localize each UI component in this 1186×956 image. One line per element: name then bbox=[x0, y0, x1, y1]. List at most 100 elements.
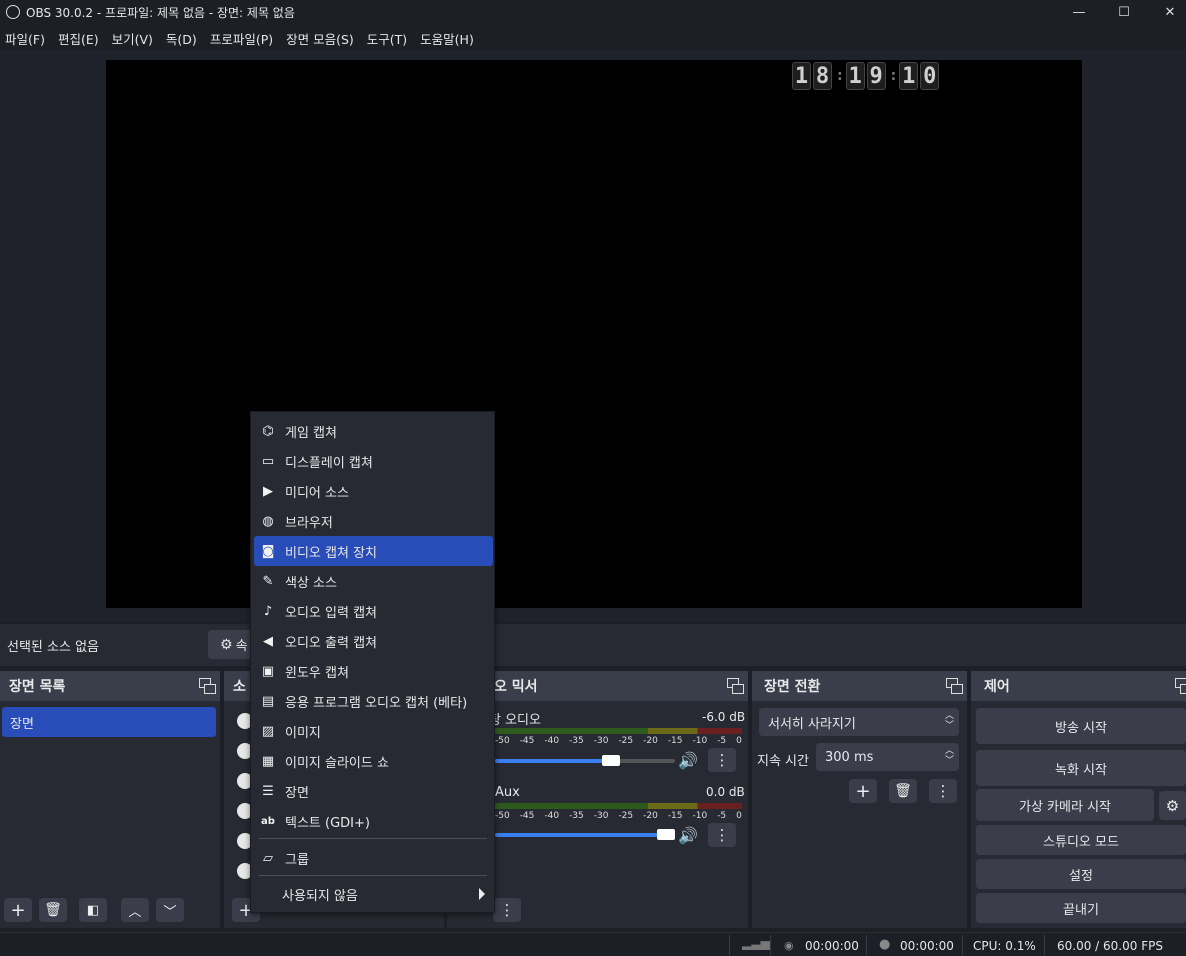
updown-icon: ︿ ﹀ bbox=[944, 711, 954, 731]
trash-icon: 🗑 bbox=[894, 783, 912, 799]
plus-icon: + bbox=[10, 899, 26, 921]
status-separator bbox=[1044, 935, 1045, 955]
menu-docks[interactable]: 독(D) bbox=[161, 29, 205, 48]
brush-icon: ✎ bbox=[262, 573, 274, 589]
duration-label: 지속 시간 bbox=[757, 754, 809, 769]
remove-scene-button[interactable]: 🗑 bbox=[39, 898, 67, 922]
undock-icon[interactable] bbox=[1175, 678, 1186, 694]
menu-item-window-capture[interactable]: ▣ 윈도우 캡쳐 bbox=[254, 656, 493, 686]
maximize-button[interactable]: ☐ bbox=[1101, 0, 1147, 24]
menu-item-audio-output-capture[interactable]: ◀ 오디오 출력 캡쳐 bbox=[254, 626, 493, 656]
scale-tick: -15 bbox=[667, 811, 683, 821]
menu-item-video-capture-device[interactable]: ◙ 비디오 캡쳐 장치 bbox=[254, 536, 493, 566]
mixer-channel-db: 0.0 dB bbox=[706, 785, 745, 799]
scale-tick: -50 bbox=[495, 736, 510, 746]
menu-item-image-slideshow[interactable]: ▦ 이미지 슬라이드 쇼 bbox=[254, 746, 493, 776]
speaker-icon[interactable]: 🔊 bbox=[678, 826, 698, 845]
close-button[interactable]: ✕ bbox=[1147, 0, 1186, 24]
add-scene-button[interactable]: + bbox=[4, 898, 32, 922]
signal-bars-icon: ▂▃▅ bbox=[742, 936, 770, 950]
settings-button[interactable]: 설정 bbox=[976, 859, 1186, 889]
volume-slider-knob[interactable] bbox=[657, 829, 675, 840]
status-separator bbox=[866, 935, 867, 955]
scale-tick: -30 bbox=[593, 736, 609, 746]
scale-tick: -40 bbox=[544, 811, 560, 821]
add-transition-button[interactable]: + bbox=[849, 779, 877, 803]
scale-tick: -35 bbox=[569, 811, 584, 821]
menu-edit[interactable]: 편집(E) bbox=[53, 29, 107, 48]
duration-spinbox[interactable]: 300 ms ︿ ﹀ bbox=[816, 743, 959, 771]
mixer-channel-menu-button[interactable]: ⋮ bbox=[708, 823, 736, 847]
menu-scene-collection[interactable]: 장면 모음(S) bbox=[281, 29, 362, 48]
clock-digit: 1 bbox=[792, 62, 811, 90]
title-bar: OBS 30.0.2 - 프로파일: 제목 없음 - 장면: 제목 없음 — ☐… bbox=[0, 0, 1186, 24]
undock-icon[interactable] bbox=[199, 678, 216, 694]
volume-slider-knob[interactable] bbox=[602, 755, 620, 766]
controls-dock-title: 제어 bbox=[984, 679, 1010, 695]
start-virtual-camera-button[interactable]: 가상 카메라 시작 bbox=[976, 789, 1154, 821]
window-title: OBS 30.0.2 - 프로파일: 제목 없음 - 장면: 제목 없음 bbox=[26, 5, 295, 20]
studio-mode-button[interactable]: 스튜디오 모드 bbox=[976, 825, 1186, 855]
start-recording-button[interactable]: 녹화 시작 bbox=[976, 750, 1186, 786]
volume-slider[interactable] bbox=[495, 755, 675, 766]
menu-item-game-capture[interactable]: ⌬ 게임 캡쳐 bbox=[254, 416, 493, 446]
menu-help[interactable]: 도움말(H) bbox=[415, 29, 482, 48]
clock-colon: : bbox=[837, 68, 843, 84]
undock-icon[interactable] bbox=[727, 678, 744, 694]
menu-item-deprecated[interactable]: 사용되지 않음 bbox=[254, 879, 493, 909]
virtual-camera-settings-button[interactable]: ⚙ bbox=[1159, 791, 1186, 820]
start-streaming-button[interactable]: 방송 시작 bbox=[976, 708, 1186, 744]
move-scene-up-button[interactable]: ︿ bbox=[121, 898, 149, 922]
clock-digit: 1 bbox=[845, 62, 865, 90]
mixer-menu-button[interactable]: ⋮ bbox=[493, 898, 521, 922]
menu-item-image[interactable]: ▨ 이미지 bbox=[254, 716, 493, 746]
more-vertical-icon: ⋮ bbox=[499, 901, 515, 919]
list-icon: ☰ bbox=[262, 783, 274, 799]
menu-item-browser[interactable]: ◍ 브라우저 bbox=[254, 506, 493, 536]
scene-list-item[interactable]: 장면 bbox=[2, 707, 216, 737]
status-separator bbox=[729, 935, 730, 955]
menu-item-label: 장면 bbox=[285, 785, 309, 801]
mixer-channel-menu-button[interactable]: ⋮ bbox=[708, 748, 736, 772]
scene-filters-button[interactable]: ◧ bbox=[79, 898, 107, 922]
transition-properties-button[interactable]: ⋮ bbox=[929, 779, 957, 803]
more-vertical-icon: ⋮ bbox=[935, 782, 951, 800]
menu-item-label: 미디어 소스 bbox=[285, 485, 349, 501]
filter-icon: ◧ bbox=[86, 902, 100, 918]
menu-file[interactable]: 파일(F) bbox=[0, 29, 53, 48]
submenu-arrow-icon bbox=[479, 888, 485, 900]
scale-tick: -30 bbox=[593, 811, 609, 821]
menu-item-app-audio-capture[interactable]: ▤ 응용 프로그램 오디오 캡처 (베타) bbox=[254, 686, 493, 716]
menu-item-label: 이미지 bbox=[285, 725, 321, 741]
volume-slider[interactable] bbox=[495, 829, 675, 840]
properties-label: 속 bbox=[235, 639, 248, 654]
minimize-button[interactable]: — bbox=[1056, 0, 1102, 24]
menu-item-display-capture[interactable]: ▭ 디스플레이 캡쳐 bbox=[254, 446, 493, 476]
streaming-status-icon: ◉ bbox=[784, 939, 794, 952]
gear-icon: ⚙ bbox=[1165, 796, 1180, 815]
scale-tick: -25 bbox=[618, 736, 634, 746]
clock-digit: 9 bbox=[866, 62, 886, 90]
menu-item-text-gdi[interactable]: ab 텍스트 (GDI+) bbox=[254, 806, 493, 836]
move-scene-down-button[interactable]: ﹀ bbox=[156, 898, 184, 922]
menu-view[interactable]: 보기(V) bbox=[107, 29, 161, 48]
scenes-dock: 장면 목록 장면 + 🗑 ◧ ︿ ﹀ bbox=[0, 671, 220, 928]
transition-select[interactable]: 서서히 사라지기 ︿ ﹀ bbox=[759, 708, 959, 736]
cpu-usage: CPU: 0.1% bbox=[973, 939, 1036, 953]
menu-item-scene[interactable]: ☰ 장면 bbox=[254, 776, 493, 806]
gear-icon: ⚙ bbox=[220, 636, 233, 653]
remove-transition-button[interactable]: 🗑 bbox=[889, 779, 917, 803]
obs-window: OBS 30.0.2 - 프로파일: 제목 없음 - 장면: 제목 없음 — ☐… bbox=[0, 0, 1186, 956]
menu-item-audio-input-capture[interactable]: ♪ 오디오 입력 캡쳐 bbox=[254, 596, 493, 626]
menu-tools[interactable]: 도구(T) bbox=[362, 29, 415, 48]
menu-item-media-source[interactable]: ▶ 미디어 소스 bbox=[254, 476, 493, 506]
undock-icon[interactable] bbox=[946, 678, 963, 694]
exit-button[interactable]: 끝내기 bbox=[976, 893, 1186, 923]
menu-profile[interactable]: 프로파일(P) bbox=[205, 29, 281, 48]
menu-item-group[interactable]: ▱ 그룹 bbox=[254, 843, 493, 873]
more-vertical-icon: ⋮ bbox=[714, 751, 730, 769]
speaker-icon[interactable]: 🔊 bbox=[678, 751, 698, 770]
menu-item-color-source[interactable]: ✎ 색상 소스 bbox=[254, 566, 493, 596]
source-toolbar: 선택된 소스 없음 ⚙ 속 bbox=[0, 624, 1186, 666]
menu-item-label: 색상 소스 bbox=[285, 575, 337, 591]
